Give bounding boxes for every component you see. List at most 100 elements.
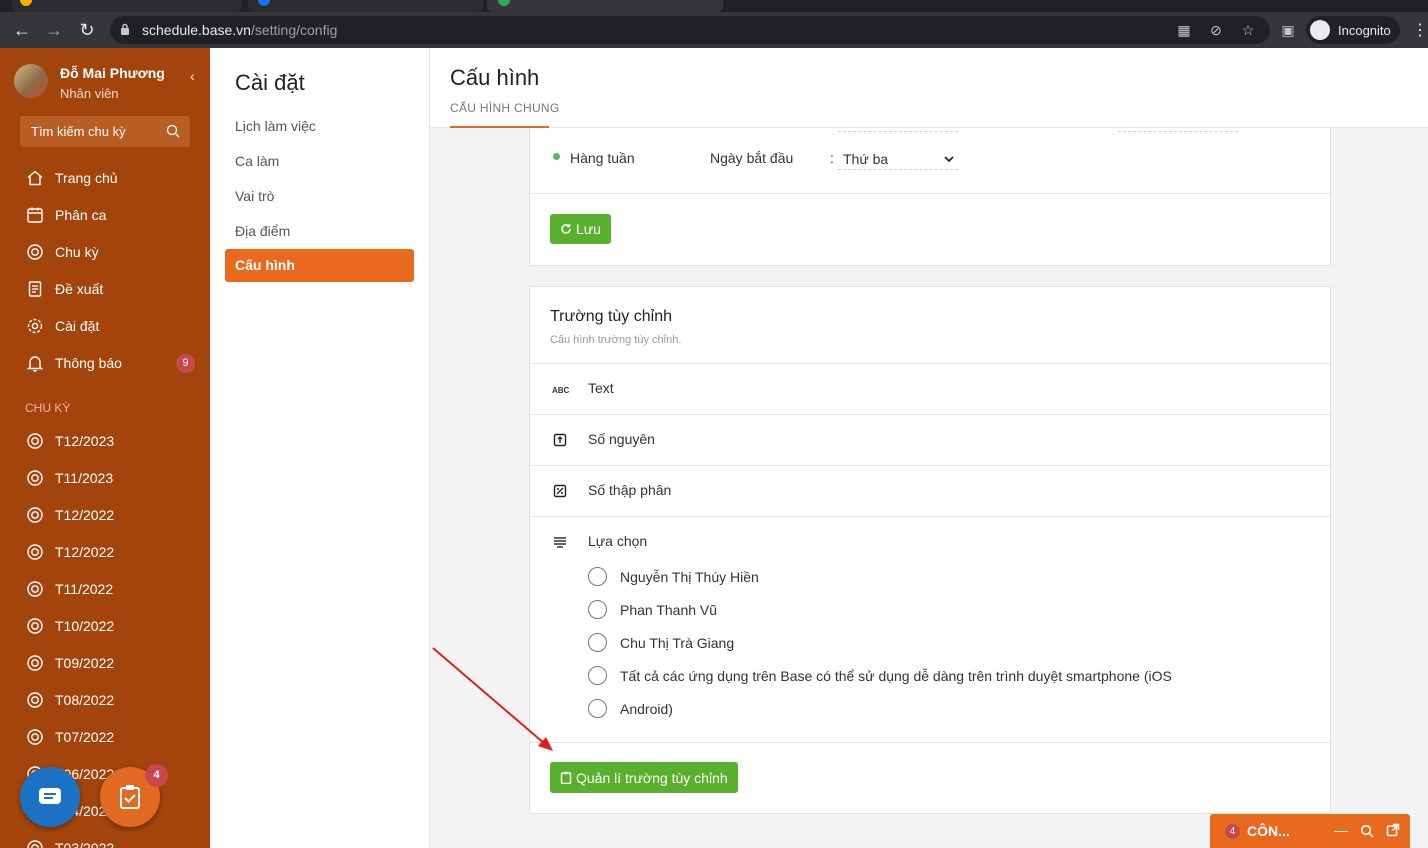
dashed-field-partial [838,131,958,132]
bottom-widget[interactable]: 4 CÔN... — [1210,814,1410,848]
external-link-icon[interactable] [1386,823,1400,837]
custom-fields-card: Trường tùy chỉnh Cấu hình trường tùy chỉ… [529,286,1331,814]
cycle-icon [27,470,43,486]
cycle-item[interactable]: T12/2022 [26,503,114,527]
start-day-label: Ngày bắt đầu [710,150,794,166]
cycle-icon [27,729,43,745]
cycle-item[interactable]: T12/2023 [26,429,114,453]
colon-separator: : [830,150,834,166]
search-icon[interactable] [1360,824,1374,838]
more-menu-icon[interactable]: ⋮ [1412,20,1428,40]
browser-tab-strip [0,0,1428,12]
dashed-field-partial [1118,131,1238,132]
manage-custom-fields-button[interactable]: Quản lí trường tùy chỉnh [550,762,738,793]
cycle-icon [27,544,43,560]
list-icon [554,537,566,548]
cycle-icon [27,507,43,523]
field-type-integer[interactable]: Số nguyên [530,415,1330,465]
save-button[interactable]: Lưu [550,214,611,244]
back-icon[interactable]: ← [10,18,34,42]
nav-notifications[interactable]: Thông báo [26,351,122,375]
custom-fields-title: Trường tùy chỉnh [550,308,672,325]
settings-item-config[interactable]: Cấu hình [225,249,414,282]
cycle-item[interactable]: T11/2023 [26,466,113,490]
forward-icon[interactable]: → [42,18,66,42]
widget-label: CÔN... [1247,823,1290,839]
nav-shifts[interactable]: Phân ca [26,203,106,227]
radio-button[interactable] [588,699,607,718]
start-day-select[interactable]: Thứ ba [838,148,958,170]
collapse-sidebar-icon[interactable]: ‹ [190,68,195,84]
chevron-down-icon [944,156,954,163]
user-role: Nhân viên [60,86,119,101]
qr-code-icon[interactable]: ▦ [1176,22,1192,38]
cycle-item[interactable]: T03/2022 [26,836,114,848]
text-abc-icon: ABC [552,386,570,395]
cycle-icon [27,244,43,260]
incognito-icon [1310,20,1330,40]
cycle-item[interactable]: T08/2022 [26,688,114,712]
bell-icon [26,356,44,372]
page-header: Cấu hình CẤU HÌNH CHUNG [430,48,1428,128]
radio-button[interactable] [588,666,607,685]
refresh-icon [561,224,571,234]
browser-toolbar: ← → ↻ schedule.base.vn/setting/config ▦ … [0,12,1428,48]
cycle-item[interactable]: T11/2022 [26,577,113,601]
user-name: Đỗ Mai Phương [60,65,165,81]
field-type-text[interactable]: ABC Text [530,364,1330,414]
field-type-decimal[interactable]: Số thập phân [530,466,1330,516]
cycle-search-input[interactable]: Tìm kiếm chu kỳ [20,116,190,147]
cycle-icon [27,692,43,708]
nav-cycles[interactable]: Chu kỳ [26,240,99,264]
divider [530,742,1330,743]
decimal-icon [553,484,567,498]
app-sidebar: Đỗ Mai Phương Nhân viên ‹ Tìm kiếm chu k… [0,48,210,848]
cycle-item[interactable]: T09/2022 [26,651,114,675]
nav-settings[interactable]: Cài đặt [26,314,99,338]
browser-tab[interactable] [12,0,242,12]
minimize-icon[interactable]: — [1334,822,1348,838]
radio-button[interactable] [588,567,607,586]
custom-fields-subtitle: Cấu hình trường tùy chỉnh. [550,334,682,346]
radio-button[interactable] [588,600,607,619]
star-icon[interactable]: ☆ [1240,22,1256,38]
incognito-badge[interactable]: Incognito [1306,16,1400,44]
clipboard-icon [560,771,572,784]
tasks-badge: 4 [145,764,168,787]
gear-icon [27,318,43,334]
side-panel-icon[interactable]: ▣ [1280,22,1296,38]
browser-tab[interactable] [248,0,483,12]
calendar-icon [27,207,43,223]
cycle-icon [27,655,43,671]
avatar [14,64,48,98]
widget-badge: 4 [1225,824,1240,839]
eye-off-icon[interactable]: ⊘ [1208,22,1224,38]
reload-icon[interactable]: ↻ [75,18,99,42]
radio-button[interactable] [588,633,607,652]
integer-icon [553,433,567,447]
cycle-icon [27,618,43,634]
document-icon [28,281,42,297]
search-placeholder: Tìm kiếm chu kỳ [31,124,126,139]
weekly-label: Hàng tuần [570,150,635,166]
cycle-item[interactable]: T10/2022 [26,614,114,638]
address-bar[interactable]: schedule.base.vn/setting/config ▦ ⊘ ☆ [110,16,1270,44]
settings-item-roles[interactable]: Vai trò [235,188,274,204]
settings-item-locations[interactable]: Địa điểm [235,223,290,239]
cycle-item[interactable]: T12/2022 [26,540,114,564]
cycle-icon [27,581,43,597]
settings-item-shifts[interactable]: Ca làm [235,153,279,169]
nav-requests[interactable]: Đề xuất [26,277,103,301]
home-icon [27,170,43,186]
nav-home[interactable]: Trang chủ [26,166,118,190]
cycle-icon [27,840,43,848]
settings-item-schedule[interactable]: Lịch làm việc [235,118,316,134]
status-dot [553,153,560,160]
tab-general-config[interactable]: CẤU HÌNH CHUNG [450,101,560,115]
incognito-label: Incognito [1338,23,1391,38]
cycle-icon [27,433,43,449]
browser-tab-active[interactable] [487,0,723,12]
chat-button[interactable] [20,767,80,827]
cycle-item[interactable]: T07/2022 [26,725,114,749]
field-type-select[interactable]: Lựa chọn Nguyễn Thị Thúy Hiền Phan Thanh… [530,517,1330,742]
